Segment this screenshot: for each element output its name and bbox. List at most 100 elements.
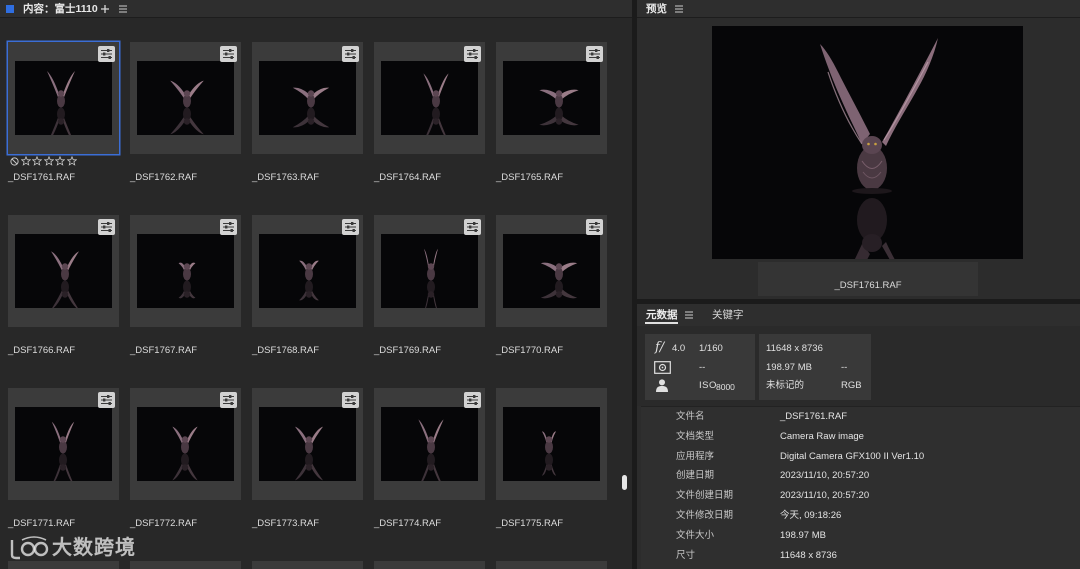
thumbnail-photo <box>137 234 234 308</box>
property-value: 2023/11/10, 20:57:20 <box>780 470 870 482</box>
rating-row <box>10 156 77 166</box>
thumbnail-card[interactable] <box>374 215 485 327</box>
property-row: 文件修改日期 今天, 09:18:26 <box>641 506 1080 526</box>
thumbnail-card[interactable] <box>8 388 119 500</box>
plus-icon[interactable] <box>100 4 110 14</box>
menu-icon[interactable] <box>684 310 694 320</box>
thumbnail-card-partial[interactable] <box>374 561 485 569</box>
file-properties-list: 文件名 _DSF1761.RAF 文档类型 Camera Raw image 应用程序 D… <box>641 406 1080 569</box>
color-mode-value: RGB <box>841 380 862 391</box>
property-row: 文件创建日期 2023/11/10, 20:57:20 <box>641 486 1080 506</box>
property-row: 文件名 _DSF1761.RAF <box>641 407 1080 427</box>
adjustments-badge-icon <box>98 392 115 408</box>
tab-keywords[interactable]: 关键字 <box>712 309 744 321</box>
menu-icon[interactable] <box>674 4 684 14</box>
content-panel: 内容：富士1110 _DSF1761.RAF _DSF1762.RAF _DSF17… <box>0 0 632 569</box>
adjustments-badge-icon <box>586 46 603 62</box>
preview-caption: _DSF1761.RAF <box>758 262 978 296</box>
thumbnail-photo <box>259 61 356 135</box>
adjustments-badge-icon <box>220 46 237 62</box>
person-icon <box>655 379 669 392</box>
thumbnail-photo <box>259 234 356 308</box>
preview-panel-header: 预览 <box>637 0 1080 18</box>
thumbnail-card[interactable] <box>8 42 119 154</box>
thumbnail-photo <box>15 61 112 135</box>
thumbnail-card[interactable] <box>496 42 607 154</box>
tab-metadata[interactable]: 元数据 <box>646 309 678 321</box>
property-value: Digital Camera GFX100 II Ver1.10 <box>780 450 925 462</box>
property-value: 198.97 MB <box>780 529 826 541</box>
thumbnail-card[interactable] <box>130 388 241 500</box>
adjustments-badge-icon <box>220 392 237 408</box>
property-row: 应用程序 Digital Camera GFX100 II Ver1.10 <box>641 447 1080 467</box>
star-icon[interactable] <box>43 156 54 166</box>
shutter-value: 1/160 <box>699 343 723 354</box>
property-label: 文件修改日期 <box>676 510 734 521</box>
right-panel: 预览 _DSF1761.RAF 元数据 关键字 f/ 4.0 1/160 -- … <box>637 0 1080 569</box>
thumbnail-photo <box>137 407 234 481</box>
brand-logo-icon <box>8 536 50 562</box>
thumbnail-card-partial[interactable] <box>252 561 363 569</box>
thumbnail-filename: _DSF1770.RAF <box>496 345 564 356</box>
adjustments-badge-icon <box>342 392 359 408</box>
thumbnail-filename: _DSF1761.RAF <box>8 172 76 183</box>
vertical-scrollbar-thumb[interactable] <box>622 475 627 490</box>
thumbnail-card[interactable] <box>496 215 607 327</box>
property-label: 文档类型 <box>676 430 715 442</box>
label-value: 未标记的 <box>766 380 805 391</box>
thumbnail-filename: _DSF1762.RAF <box>130 172 198 183</box>
thumbnail-photo <box>381 407 478 481</box>
property-row: 文件大小 198.97 MB <box>641 526 1080 546</box>
file-info-placard: 11648 x 8736 198.97 MB -- 未标记的 RGB <box>759 334 871 400</box>
property-row: 创建日期 2023/11/10, 20:57:20 <box>641 466 1080 486</box>
star-icon[interactable] <box>55 156 65 166</box>
thumbnail-photo <box>381 234 478 308</box>
star-icon[interactable] <box>32 156 42 166</box>
active-tab-indicator <box>645 322 678 324</box>
iso-value: 8000 <box>716 381 735 392</box>
thumbnail-card[interactable] <box>252 215 363 327</box>
thumbnail-photo <box>259 407 356 481</box>
thumbnail-filename: _DSF1765.RAF <box>496 172 564 183</box>
thumbnail-grid: _DSF1761.RAF _DSF1762.RAF _DSF1763.RAF _DSF… <box>0 18 620 569</box>
adjustments-badge-icon <box>586 219 603 235</box>
thumbnail-filename: _DSF1771.RAF <box>8 518 76 529</box>
thumbnail-photo <box>15 407 112 481</box>
thumbnail-card[interactable] <box>252 42 363 154</box>
thumbnail-photo <box>503 234 600 308</box>
thumbnail-card[interactable] <box>374 388 485 500</box>
adjustments-badge-icon <box>342 46 359 62</box>
preview-panel-title: 预览 <box>646 3 667 15</box>
thumbnail-photo <box>503 407 600 481</box>
thumbnail-card-partial[interactable] <box>8 561 119 569</box>
reject-icon[interactable] <box>10 156 19 166</box>
thumbnail-filename: _DSF1772.RAF <box>130 518 198 529</box>
thumbnail-card-partial[interactable] <box>130 561 241 569</box>
thumbnail-photo <box>503 61 600 135</box>
property-value: 11648 x 8736 <box>780 549 837 561</box>
color-profile-value: -- <box>841 361 848 373</box>
star-icon[interactable] <box>66 156 77 166</box>
property-value: 今天, 09:18:26 <box>780 510 842 521</box>
metadata-placard: f/ 4.0 1/160 -- ISO 8000 11648 x 8736 19… <box>637 326 1080 406</box>
thumbnail-card[interactable] <box>374 42 485 154</box>
thumbnail-filename: _DSF1775.RAF <box>496 518 564 529</box>
thumbnail-card[interactable] <box>252 388 363 500</box>
thumbnail-card-partial[interactable] <box>496 561 607 569</box>
preview-image[interactable] <box>712 26 1023 259</box>
thumbnail-card[interactable] <box>130 215 241 327</box>
thumbnail-card[interactable] <box>8 215 119 327</box>
thumbnail-card[interactable] <box>496 388 607 500</box>
thumbnail-photo <box>137 61 234 135</box>
exposure-placard: f/ 4.0 1/160 -- ISO 8000 <box>645 334 755 400</box>
star-icon[interactable] <box>20 156 31 166</box>
property-row: 文档类型 Camera Raw image <box>641 427 1080 447</box>
thumbnail-card[interactable] <box>130 42 241 154</box>
property-label: 文件大小 <box>676 529 715 541</box>
panel-label-color-icon <box>6 5 14 13</box>
property-label: 尺寸 <box>676 549 696 561</box>
property-value: Camera Raw image <box>780 430 864 442</box>
file-size-value: 198.97 MB <box>766 361 812 373</box>
menu-icon[interactable] <box>118 4 128 14</box>
property-label: 文件创建日期 <box>676 490 734 502</box>
